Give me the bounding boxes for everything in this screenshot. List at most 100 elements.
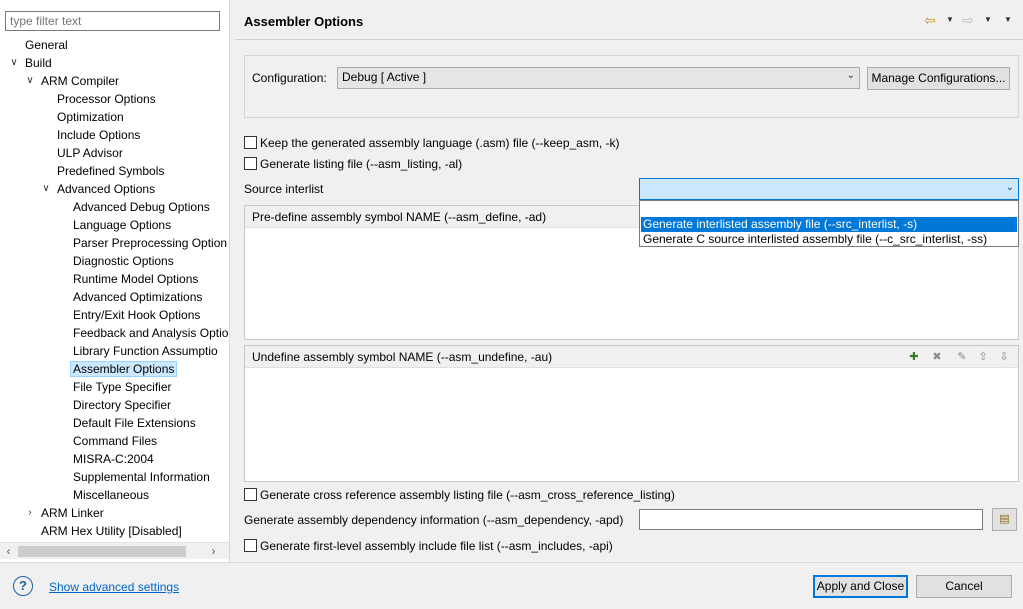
keep-asm-checkbox[interactable] [244, 136, 257, 149]
show-advanced-settings-link[interactable]: Show advanced settings [49, 580, 179, 594]
source-interlist-select[interactable]: ⌄ [639, 178, 1019, 200]
tree-item[interactable]: File Type Specifier [73, 378, 172, 396]
tree-item[interactable]: ∨ Advanced Options [42, 180, 156, 198]
chevron-down-icon[interactable]: ∨ [41, 180, 51, 198]
source-interlist-dropdown: Generate interlisted assembly file (--sr… [639, 200, 1019, 247]
help-icon[interactable]: ? [13, 576, 33, 596]
tree-item[interactable]: Advanced Optimizations [73, 288, 202, 306]
tree-item-label: Optimization [57, 110, 124, 124]
back-arrow-icon[interactable]: ⇦ [924, 12, 936, 29]
configuration-label: Configuration: [252, 71, 327, 85]
tree-item-label: Parser Preprocessing Option [73, 236, 228, 250]
tree-item[interactable]: Command Files [73, 432, 157, 450]
tree-item-label: ULP Advisor [57, 146, 123, 160]
chevron-down-icon: ⌄ [846, 70, 855, 81]
undefine-symbol-list[interactable]: Undefine assembly symbol NAME (--asm_und… [244, 345, 1019, 482]
tree-item-label: Default File Extensions [73, 416, 196, 430]
tree-item[interactable]: › ARM Linker [28, 504, 104, 522]
tree-item[interactable]: Miscellaneous [73, 486, 149, 504]
chevron-down-icon: ⌄ [1005, 182, 1014, 193]
tree-item-label: Library Function Assumptio [73, 344, 218, 358]
tree-item-label: General [25, 38, 68, 52]
tree-item[interactable]: Feedback and Analysis Optio [73, 324, 228, 342]
scroll-right-icon[interactable]: › [205, 543, 222, 560]
scroll-left-icon[interactable]: ‹ [0, 543, 17, 560]
tree-item[interactable]: General [25, 36, 68, 54]
asm-listing-checkbox[interactable] [244, 157, 257, 170]
scroll-thumb[interactable] [18, 546, 186, 557]
cancel-button[interactable]: Cancel [916, 575, 1012, 598]
keep-asm-label: Keep the generated assembly language (.a… [260, 136, 620, 150]
tree-item[interactable]: Entry/Exit Hook Options [73, 306, 200, 324]
forward-arrow-icon[interactable]: ⇨ [962, 12, 974, 29]
tree-item-label: ARM Compiler [41, 74, 120, 88]
tree-item-label: Diagnostic Options [73, 254, 174, 268]
settings-tree-panel: General ∨ Build ∨ ARM Compiler Processor Opti… [0, 0, 229, 562]
tree-item[interactable]: Parser Preprocessing Option [73, 234, 227, 252]
tree-item-label: Command Files [73, 434, 158, 448]
variables-icon: ▤ [999, 513, 1010, 525]
tree-item[interactable]: Assembler Options [69, 360, 178, 378]
tree-horizontal-scrollbar[interactable]: ‹ › [0, 542, 229, 559]
tree-item[interactable]: Include Options [57, 126, 140, 144]
keep-asm-checkbox-row[interactable]: Keep the generated assembly language (.a… [244, 135, 620, 151]
tree-item-label: Advanced Debug Options [73, 200, 210, 214]
tree-item-label: Assembler Options [69, 361, 178, 377]
tree-item-label: Language Options [73, 218, 172, 232]
tree-item[interactable]: Diagnostic Options [73, 252, 174, 270]
tree-item-label: MISRA-C:2004 [73, 452, 154, 466]
add-item-icon[interactable]: ✚ [907, 350, 921, 364]
tree-item[interactable]: Advanced Debug Options [73, 198, 210, 216]
page-title: Assembler Options [244, 14, 364, 29]
cross-ref-checkbox-row[interactable]: Generate cross reference assembly listin… [244, 487, 675, 503]
edit-item-icon[interactable]: ✎ [955, 350, 969, 364]
tree-item-label: ARM Linker [41, 506, 104, 520]
view-menu-chevron-down-icon[interactable]: ▼ [1004, 15, 1012, 24]
chevron-down-icon[interactable]: ∨ [25, 72, 35, 90]
tree-item-label: Advanced Optimizations [73, 290, 203, 304]
tree-item[interactable]: Language Options [73, 216, 171, 234]
tree-item-label: ARM Hex Utility [Disabled] [41, 524, 182, 538]
back-menu-chevron-down-icon[interactable]: ▼ [946, 15, 954, 24]
browse-variables-button[interactable]: ▤ [992, 508, 1017, 531]
delete-item-icon[interactable]: ✖ [930, 350, 944, 364]
forward-menu-chevron-down-icon[interactable]: ▼ [984, 15, 992, 24]
tree-item-label: File Type Specifier [73, 380, 172, 394]
dropdown-option-src-interlist[interactable]: Generate interlisted assembly file (--sr… [641, 217, 1017, 232]
cross-ref-checkbox[interactable] [244, 488, 257, 501]
asm-listing-checkbox-row[interactable]: Generate listing file (--asm_listing, -a… [244, 156, 462, 172]
tree-item[interactable]: ULP Advisor [57, 144, 123, 162]
asm-listing-label: Generate listing file (--asm_listing, -a… [260, 157, 463, 171]
tree-item-label: Miscellaneous [73, 488, 150, 502]
includes-checkbox-row[interactable]: Generate first-level assembly include fi… [244, 538, 613, 554]
tree-item-label: Processor Options [57, 92, 156, 106]
filter-input[interactable] [5, 11, 220, 31]
tree-item[interactable]: Processor Options [57, 90, 156, 108]
dependency-input[interactable] [639, 509, 983, 530]
tree-item[interactable]: ARM Hex Utility [Disabled] [41, 522, 182, 540]
chevron-down-icon[interactable]: ∨ [9, 54, 19, 72]
tree-item-label: Entry/Exit Hook Options [73, 308, 201, 322]
tree-item[interactable]: MISRA-C:2004 [73, 450, 154, 468]
tree-item-label: Advanced Options [57, 182, 156, 196]
dropdown-option-c-src-interlist[interactable]: Generate C source interlisted assembly f… [641, 232, 1017, 247]
tree-item-label: Feedback and Analysis Optio [73, 326, 229, 340]
tree-item[interactable]: Library Function Assumptio [73, 342, 218, 360]
apply-and-close-button[interactable]: Apply and Close [813, 575, 908, 598]
tree-item[interactable]: Supplemental Information [73, 468, 210, 486]
chevron-right-icon[interactable]: › [25, 504, 35, 522]
manage-configurations-button[interactable]: Manage Configurations... [867, 67, 1010, 90]
dropdown-option-empty[interactable] [641, 202, 1017, 217]
tree-item[interactable]: Directory Specifier [73, 396, 171, 414]
tree-item[interactable]: ∨ ARM Compiler [26, 72, 120, 90]
move-down-icon[interactable]: ⇩ [997, 350, 1011, 364]
tree-item[interactable]: ∨ Build [10, 54, 51, 72]
tree-item[interactable]: Default File Extensions [73, 414, 196, 432]
tree-item[interactable]: Runtime Model Options [73, 270, 198, 288]
includes-checkbox[interactable] [244, 539, 257, 552]
move-up-icon[interactable]: ⇧ [976, 350, 990, 364]
configuration-select[interactable]: Debug [ Active ] ⌄ [337, 67, 860, 89]
tree-item[interactable]: Optimization [57, 108, 124, 126]
tree-item[interactable]: Predefined Symbols [57, 162, 164, 180]
includes-label: Generate first-level assembly include fi… [260, 539, 613, 553]
